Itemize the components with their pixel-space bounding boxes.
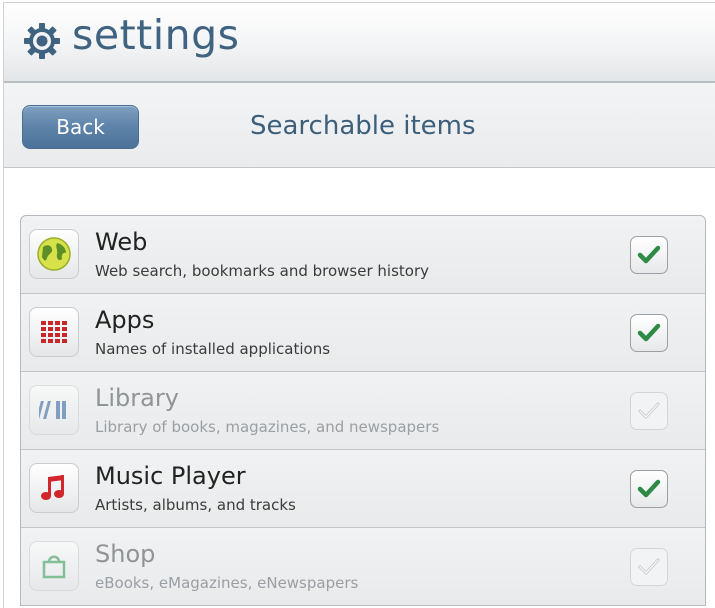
gear-icon <box>24 23 60 59</box>
shop-checkbox[interactable] <box>630 548 668 586</box>
apps-grid-icon <box>29 307 79 357</box>
screen: settings Back Searchable items Web Web s… <box>3 2 715 608</box>
item-description: Artists, albums, and tracks <box>95 496 296 514</box>
list-item-music-player[interactable]: Music Player Artists, albums, and tracks <box>21 449 705 527</box>
checkmark-icon <box>637 323 661 342</box>
list-item-apps[interactable]: Apps Names of installed applications <box>21 293 705 371</box>
music-note-icon <box>29 463 79 513</box>
title-bar: settings <box>4 3 715 83</box>
library-checkbox[interactable] <box>630 392 668 430</box>
shopping-bag-icon <box>29 541 79 591</box>
item-description: Web search, bookmarks and browser histor… <box>95 262 429 280</box>
library-icon <box>29 385 79 435</box>
item-label: Library <box>95 384 179 412</box>
web-checkbox[interactable] <box>630 236 668 274</box>
item-label: Shop <box>95 540 156 568</box>
item-description: eBooks, eMagazines, eNewspapers <box>95 574 359 592</box>
nav-bar: Back Searchable items <box>4 83 715 168</box>
section-title: Searchable items <box>250 111 476 141</box>
item-label: Web <box>95 228 148 256</box>
item-description: Library of books, magazines, and newspap… <box>95 418 440 436</box>
checkmark-icon <box>638 558 660 575</box>
globe-icon <box>29 229 79 279</box>
list-item-library[interactable]: Library Library of books, magazines, and… <box>21 371 705 449</box>
item-label: Music Player <box>95 462 246 490</box>
list-item-shop[interactable]: Shop eBooks, eMagazines, eNewspapers <box>21 527 705 605</box>
checkmark-icon <box>637 245 661 264</box>
back-button[interactable]: Back <box>22 105 139 149</box>
apps-checkbox[interactable] <box>630 314 668 352</box>
item-label: Apps <box>95 306 155 334</box>
searchable-items-list: Web Web search, bookmarks and browser hi… <box>20 215 706 606</box>
page-title: settings <box>72 11 240 59</box>
item-description: Names of installed applications <box>95 340 331 358</box>
checkmark-icon <box>638 402 660 419</box>
checkmark-icon <box>637 479 661 498</box>
list-item-web[interactable]: Web Web search, bookmarks and browser hi… <box>21 216 705 293</box>
music-player-checkbox[interactable] <box>630 470 668 508</box>
